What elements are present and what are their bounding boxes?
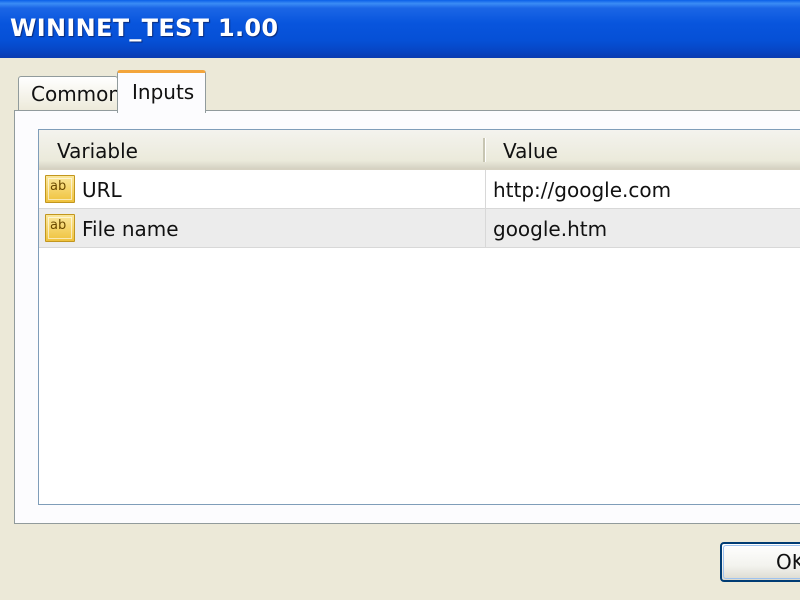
column-header-value[interactable]: Value	[485, 130, 800, 168]
value-cell[interactable]: google.htm	[493, 209, 800, 247]
dialog-window: WININET_TEST 1.00 Common Inputs Variable…	[0, 0, 800, 600]
ab-string-icon: ab	[45, 175, 75, 203]
table-row[interactable]: ab URL http://google.com	[39, 170, 800, 209]
ab-icon-text: ab	[50, 179, 67, 194]
column-header-variable[interactable]: Variable	[39, 130, 485, 168]
inputs-list-view[interactable]: Variable Value ab URL http://google.com …	[38, 129, 800, 505]
tab-inputs[interactable]: Inputs	[117, 70, 206, 113]
cell-divider	[485, 170, 486, 208]
value-cell[interactable]: http://google.com	[493, 170, 800, 208]
tab-inputs-label: Inputs	[132, 80, 195, 104]
ab-icon-text: ab	[50, 218, 67, 233]
variable-cell: File name	[82, 217, 179, 241]
list-header: Variable Value	[39, 130, 800, 170]
title-bar[interactable]: WININET_TEST 1.00	[0, 0, 800, 58]
tab-common-label: Common	[31, 82, 122, 106]
table-row[interactable]: ab File name google.htm	[39, 209, 800, 248]
tab-common[interactable]: Common	[18, 76, 122, 112]
cell-divider	[485, 209, 486, 247]
window-title: WININET_TEST 1.00	[10, 14, 279, 42]
ab-string-icon: ab	[45, 214, 75, 242]
variable-cell: URL	[82, 178, 122, 202]
ok-button[interactable]: OK	[720, 542, 800, 582]
ok-button-label: OK	[776, 550, 800, 574]
